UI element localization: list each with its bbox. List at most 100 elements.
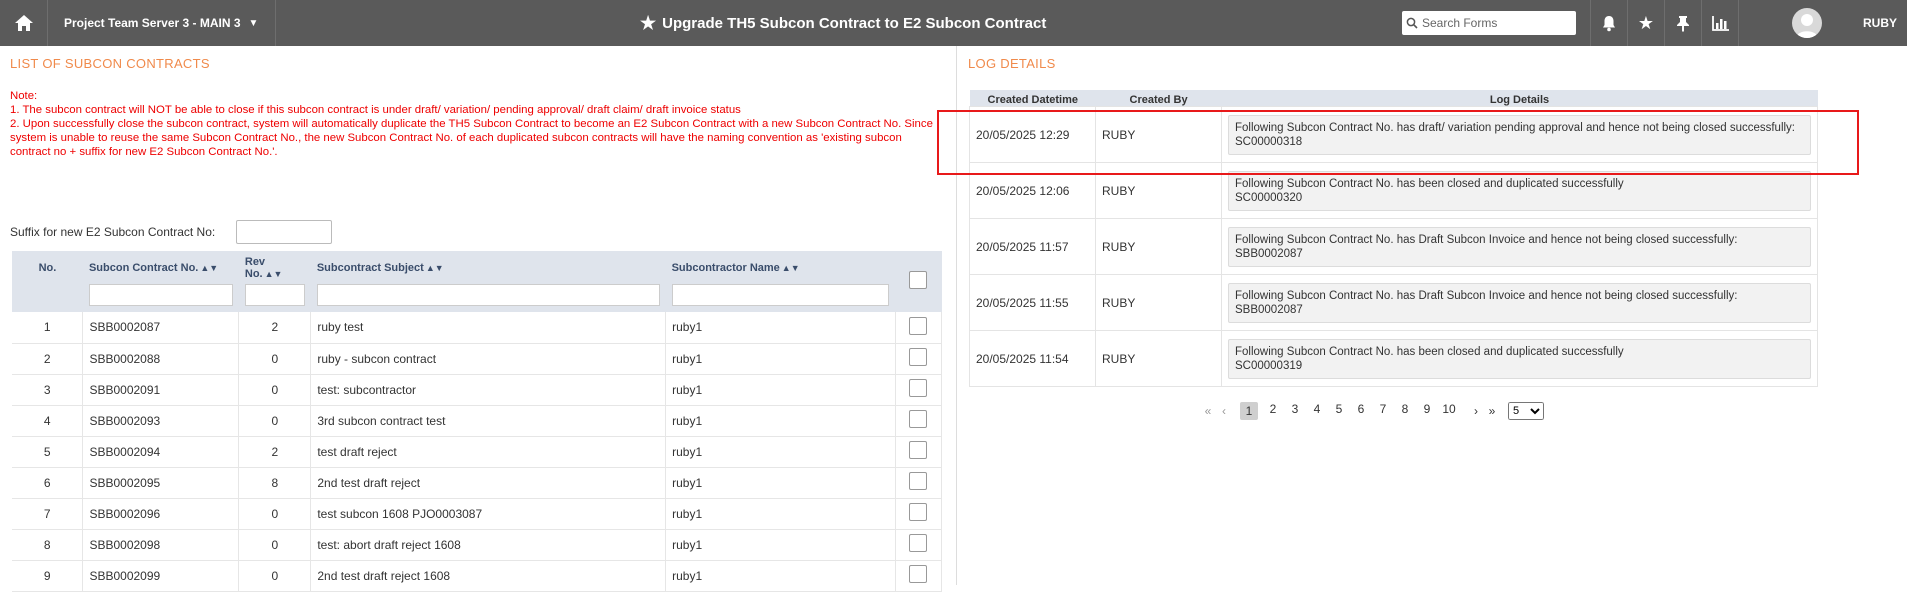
row-rev-no: 0	[238, 560, 312, 592]
row-contract-no: SBB0002088	[82, 343, 240, 375]
table-row[interactable]: 4 SBB0002093 0 3rd subcon contract test ruby…	[12, 405, 943, 437]
row-subcontractor: ruby1	[665, 312, 896, 344]
row-checkbox[interactable]	[909, 503, 928, 521]
col-subcontractor[interactable]: Subcontractor Name ▲▼	[666, 251, 896, 282]
project-name: Project Team Server 3 - MAIN 3	[64, 16, 241, 30]
row-no: 8	[12, 529, 84, 561]
prev-page-icon[interactable]: ‹	[1216, 404, 1232, 418]
row-checkbox[interactable]	[909, 565, 928, 583]
page-link[interactable]: 3	[1284, 402, 1306, 420]
section-title: LIST OF SUBCON CONTRACTS	[10, 56, 210, 71]
log-detail-box: Following Subcon Contract No. has been c…	[1228, 338, 1811, 379]
row-rev-no: 2	[238, 436, 312, 468]
table-row[interactable]: 8 SBB0002098 0 test: abort draft reject 160…	[12, 529, 943, 561]
row-no: 1	[12, 312, 84, 344]
log-datetime: 20/05/2025 11:57	[969, 218, 1096, 275]
log-created-by: RUBY	[1095, 218, 1222, 275]
suffix-input[interactable]	[236, 220, 332, 244]
row-subject: test subcon 1608 PJO0003087	[310, 498, 667, 530]
pin-icon	[1677, 15, 1689, 32]
table-row[interactable]: 2 SBB0002088 0 ruby - subcon contract ruby1	[12, 343, 943, 375]
avatar[interactable]	[1792, 8, 1822, 38]
log-datetime: 20/05/2025 11:55	[969, 274, 1096, 331]
page-size-select[interactable]: 5	[1508, 402, 1544, 420]
log-detail-text: Following Subcon Contract No. has Draft …	[1235, 233, 1738, 246]
favorites-button[interactable]: ★	[1627, 0, 1664, 46]
contracts-table: No. Subcon Contract No. ▲▼ Rev No. ▲▼ Subc…	[12, 251, 943, 592]
log-created-by: RUBY	[1095, 274, 1222, 331]
col-created-by: Created By	[1095, 90, 1222, 107]
next-page-icon[interactable]: ›	[1468, 404, 1484, 418]
table-row[interactable]: 7 SBB0002096 0 test subcon 1608 PJO0003087 r…	[12, 498, 943, 530]
notes: Note: 1. The subcon contract will NOT be…	[10, 89, 935, 159]
row-subject: ruby - subcon contract	[310, 343, 667, 375]
star-icon: ★	[1637, 12, 1655, 33]
row-checkbox[interactable]	[909, 534, 928, 552]
col-subject[interactable]: Subcontract Subject ▲▼	[311, 251, 666, 282]
row-checkbox[interactable]	[909, 441, 928, 459]
row-no: 2	[12, 343, 84, 375]
page-link[interactable]: 10	[1438, 402, 1460, 420]
log-detail-box: Following Subcon Contract No. has been c…	[1228, 170, 1811, 211]
row-checkbox[interactable]	[909, 379, 928, 397]
row-subcontractor: ruby1	[665, 560, 896, 592]
subcon-contracts-panel: LIST OF SUBCON CONTRACTS Note: 1. The su…	[0, 46, 957, 592]
filter-subject[interactable]	[316, 284, 660, 306]
row-subcontractor: ruby1	[665, 529, 896, 561]
search-input[interactable]	[1418, 13, 1568, 33]
row-subject: test draft reject	[310, 436, 667, 468]
row-rev-no: 8	[238, 467, 312, 499]
row-no: 5	[12, 436, 84, 468]
row-subject: test: abort draft reject 1608	[310, 529, 667, 561]
log-contract-no: SC00000319	[1235, 359, 1303, 372]
page-link[interactable]: 8	[1394, 402, 1416, 420]
row-subcontractor: ruby1	[665, 498, 896, 530]
pagination: « ‹ 1 2 3 4 5 6 7 8 9 10 › » 5	[1200, 402, 1544, 420]
star-icon[interactable]: ★	[640, 13, 656, 34]
table-row[interactable]: 9 SBB0002099 0 2nd test draft reject 1608 ru…	[12, 560, 943, 592]
log-detail-text: Following Subcon Contract No. has Draft …	[1235, 289, 1738, 302]
suffix-label: Suffix for new E2 Subcon Contract No:	[10, 225, 216, 239]
notifications-button[interactable]	[1590, 0, 1627, 46]
filter-subcontractor[interactable]	[671, 284, 890, 306]
row-subcontractor: ruby1	[665, 436, 896, 468]
col-contract-no[interactable]: Subcon Contract No. ▲▼	[83, 251, 239, 282]
top-bar: Project Team Server 3 - MAIN 3 ▼ ★ Upgra…	[0, 0, 1907, 46]
table-row[interactable]: 3 SBB0002091 0 test: subcontractor ruby1	[12, 374, 943, 406]
table-row[interactable]: 1 SBB0002087 2 ruby test ruby1	[12, 312, 943, 344]
page-link[interactable]: 6	[1350, 402, 1372, 420]
row-subcontractor: ruby1	[665, 405, 896, 437]
select-all-checkbox[interactable]	[909, 271, 928, 289]
last-page-icon[interactable]: »	[1484, 404, 1500, 418]
note-1: 1. The subcon contract will NOT be able …	[10, 104, 741, 116]
page-link[interactable]: 4	[1306, 402, 1328, 420]
row-checkbox[interactable]	[909, 348, 928, 366]
table-row[interactable]: 5 SBB0002094 2 test draft reject ruby1	[12, 436, 943, 468]
pin-button[interactable]	[1664, 0, 1701, 46]
row-checkbox[interactable]	[909, 410, 928, 428]
suffix-row: Suffix for new E2 Subcon Contract No:	[10, 220, 332, 244]
filter-contract-no[interactable]	[88, 284, 233, 306]
row-checkbox[interactable]	[909, 472, 928, 490]
row-contract-no: SBB0002098	[82, 529, 240, 561]
row-contract-no: SBB0002094	[82, 436, 240, 468]
reports-button[interactable]	[1701, 0, 1738, 46]
home-icon	[14, 15, 33, 31]
page-link[interactable]: 2	[1262, 402, 1284, 420]
user-name[interactable]: RUBY	[1863, 0, 1897, 46]
page-link[interactable]: 1	[1240, 402, 1258, 420]
row-rev-no: 0	[238, 498, 312, 530]
table-row[interactable]: 6 SBB0002095 8 2nd test draft reject ruby1	[12, 467, 943, 499]
first-page-icon[interactable]: «	[1200, 404, 1216, 418]
page-link[interactable]: 9	[1416, 402, 1438, 420]
divider	[1738, 0, 1739, 46]
row-checkbox[interactable]	[909, 316, 928, 335]
row-contract-no: SBB0002099	[82, 560, 240, 592]
project-selector[interactable]: Project Team Server 3 - MAIN 3 ▼	[48, 0, 276, 46]
page-link[interactable]: 5	[1328, 402, 1350, 420]
home-button[interactable]	[0, 0, 48, 46]
page-link[interactable]: 7	[1372, 402, 1394, 420]
filter-rev-no[interactable]	[244, 284, 305, 306]
col-rev-no[interactable]: Rev No. ▲▼	[239, 251, 311, 282]
log-detail-text: Following Subcon Contract No. has been c…	[1235, 345, 1624, 358]
